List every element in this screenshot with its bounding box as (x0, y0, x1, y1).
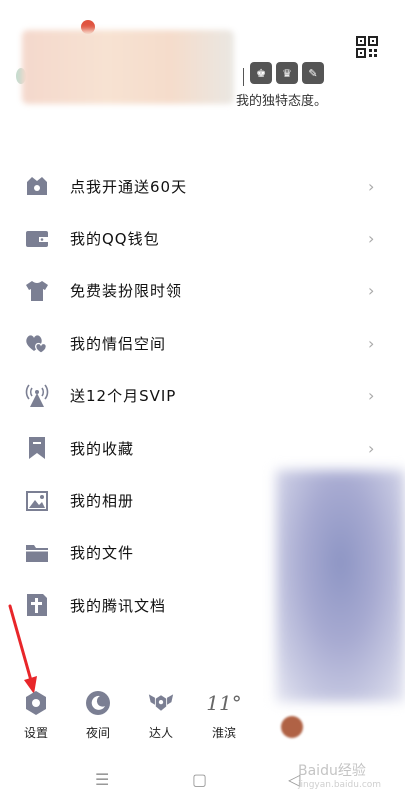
menu-nav-icon[interactable]: ☰ (95, 770, 109, 789)
menu-item-wallet[interactable]: 我的QQ钱包 › (0, 212, 405, 264)
chevron-right-icon: › (368, 333, 375, 353)
chevron-right-icon: › (368, 386, 375, 406)
chevron-right-icon: › (368, 229, 375, 249)
vip-crown-icon (24, 173, 50, 199)
chevron-right-icon: › (368, 281, 375, 301)
wallpaper-figure (276, 470, 405, 702)
badge-icon[interactable]: ✎ (302, 62, 324, 84)
menu-item-label: 免费装扮限时领 (70, 282, 183, 301)
moon-icon (85, 690, 111, 716)
bookmark-icon (24, 435, 50, 461)
menu-item-label: 我的文件 (70, 544, 135, 563)
menu-item-label: 我的QQ钱包 (70, 230, 160, 249)
chevron-right-icon: › (368, 438, 375, 458)
weather-widget[interactable]: 11° 淮滨 (204, 690, 244, 741)
badge-row[interactable]: ♚ ♛ ✎ (250, 62, 324, 84)
baidu-watermark: Baidu经验 jingyan.baidu.com (298, 760, 381, 790)
winged-badge-icon (148, 690, 174, 716)
expert-label: 达人 (148, 726, 173, 740)
menu-item-label: 我的相册 (70, 492, 135, 511)
menu-item-couple-space[interactable]: 我的情侣空间 › (0, 317, 405, 369)
photo-icon (24, 488, 50, 514)
watermark-brand: Baidu经验 (298, 763, 366, 779)
menu-item-vip[interactable]: 点我开通送60天 › (0, 160, 405, 212)
menu-item-label: 我的腾讯文档 (70, 596, 167, 615)
menu-item-label: 点我开通送60天 (70, 177, 188, 196)
weather-city: 淮滨 (211, 726, 236, 740)
menu-item-label: 送12个月SVIP (70, 387, 177, 406)
blurred-profile-area[interactable] (22, 30, 234, 104)
bottom-bar: 设置 夜间 达人 11° 淮滨 (0, 690, 405, 750)
settings-button[interactable]: 设置 (16, 690, 56, 741)
shirt-icon (24, 278, 50, 304)
menu-item-label: 我的收藏 (70, 439, 135, 458)
settings-label: 设置 (23, 726, 48, 740)
profile-header: ♚ ♛ ✎ 我的独特态度。 (0, 0, 405, 140)
night-mode-button[interactable]: 夜间 (78, 690, 118, 741)
menu-item-label: 我的情侣空间 (70, 334, 167, 353)
divider (243, 68, 244, 86)
red-arrow-annotation (8, 604, 37, 694)
profile-signature[interactable]: 我的独特态度。 (236, 90, 327, 109)
expert-button[interactable]: 达人 (141, 690, 181, 741)
weather-temperature: 11° (206, 691, 242, 715)
broadcast-icon (24, 383, 50, 409)
night-mode-label: 夜间 (85, 726, 110, 740)
home-nav-icon[interactable]: ▢ (192, 770, 207, 789)
menu-item-favorites[interactable]: 我的收藏 › (0, 422, 405, 474)
settings-icon (23, 690, 49, 716)
folder-icon (24, 540, 50, 566)
hearts-icon (24, 330, 50, 356)
qr-code-icon[interactable] (356, 36, 378, 58)
badge-icon[interactable]: ♛ (276, 62, 298, 84)
menu-item-svip[interactable]: 送12个月SVIP › (0, 370, 405, 422)
chevron-right-icon: › (368, 176, 375, 196)
menu-item-dressup[interactable]: 免费装扮限时领 › (0, 265, 405, 317)
wallet-icon (24, 226, 50, 252)
watermark-url: jingyan.baidu.com (298, 780, 382, 790)
badge-icon[interactable]: ♚ (250, 62, 272, 84)
